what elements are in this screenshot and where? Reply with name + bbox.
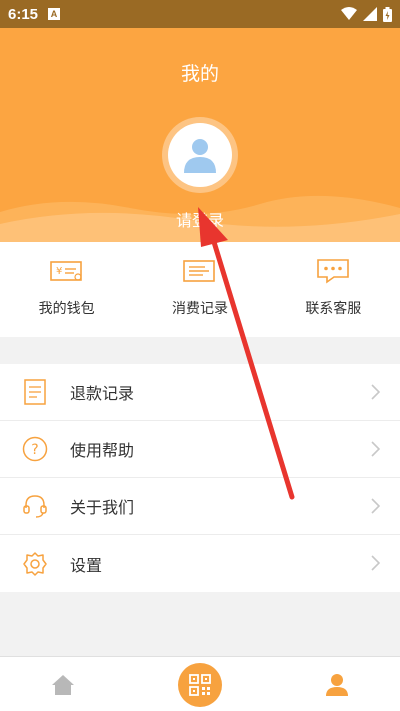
bottom-tab-bar bbox=[0, 656, 400, 711]
menu-item-settings[interactable]: 设置 bbox=[0, 535, 400, 592]
menu-label-help: 使用帮助 bbox=[70, 441, 135, 460]
avatar-inner bbox=[168, 123, 232, 187]
user-avatar-icon bbox=[184, 139, 216, 173]
tab-scan[interactable] bbox=[178, 657, 222, 711]
quick-actions: ¥ 我的钱包 消费记录 联系客服 bbox=[0, 242, 400, 337]
tab-home[interactable] bbox=[40, 657, 86, 711]
menu-item-about[interactable]: 关于我们 bbox=[0, 478, 400, 535]
svg-text:?: ? bbox=[31, 442, 38, 458]
quick-label-wallet: 我的钱包 bbox=[38, 301, 95, 317]
scan-button[interactable] bbox=[178, 662, 222, 707]
wallet-icon: ¥ bbox=[49, 256, 84, 286]
home-icon bbox=[52, 674, 74, 695]
notification-icon: A bbox=[48, 8, 61, 20]
svg-text:¥: ¥ bbox=[56, 266, 62, 277]
quick-item-service[interactable]: 联系客服 bbox=[267, 242, 400, 337]
quick-item-wallet[interactable]: ¥ 我的钱包 bbox=[0, 242, 133, 337]
qr-scan-icon bbox=[189, 673, 211, 696]
menu-item-help[interactable]: ? 使用帮助 bbox=[0, 421, 400, 478]
wifi-icon bbox=[341, 7, 357, 20]
user-icon bbox=[326, 673, 348, 696]
login-prompt[interactable]: 请登录 bbox=[0, 207, 400, 231]
page-title: 我的 bbox=[180, 63, 219, 85]
quick-label-service: 联系客服 bbox=[305, 301, 362, 317]
menu-list: 退款记录 ? 使用帮助 关于我们 设置 bbox=[0, 364, 400, 592]
menu-item-refund[interactable]: 退款记录 bbox=[0, 364, 400, 421]
signal-icon bbox=[363, 7, 377, 21]
chevron-right-icon bbox=[371, 384, 380, 400]
status-bar: 6:15 A bbox=[0, 0, 400, 28]
document-icon bbox=[22, 379, 48, 405]
gear-icon bbox=[22, 551, 48, 577]
status-icons bbox=[341, 6, 392, 22]
tab-me[interactable] bbox=[314, 657, 360, 711]
question-icon: ? bbox=[22, 436, 48, 462]
headset-icon bbox=[22, 493, 48, 519]
receipt-icon bbox=[183, 256, 217, 286]
battery-icon bbox=[383, 6, 392, 22]
chevron-right-icon bbox=[371, 555, 380, 571]
chevron-right-icon bbox=[371, 441, 380, 457]
menu-label-settings: 设置 bbox=[70, 555, 103, 575]
status-time: 6:15 bbox=[8, 5, 39, 23]
menu-label-refund: 退款记录 bbox=[70, 384, 135, 403]
profile-header: 我的 请登录 bbox=[0, 28, 400, 242]
quick-item-records[interactable]: 消费记录 bbox=[133, 242, 266, 337]
avatar[interactable] bbox=[162, 117, 238, 193]
quick-label-records: 消费记录 bbox=[171, 301, 228, 317]
chevron-right-icon bbox=[371, 498, 380, 514]
chat-icon bbox=[316, 256, 350, 286]
menu-label-about: 关于我们 bbox=[70, 498, 135, 517]
